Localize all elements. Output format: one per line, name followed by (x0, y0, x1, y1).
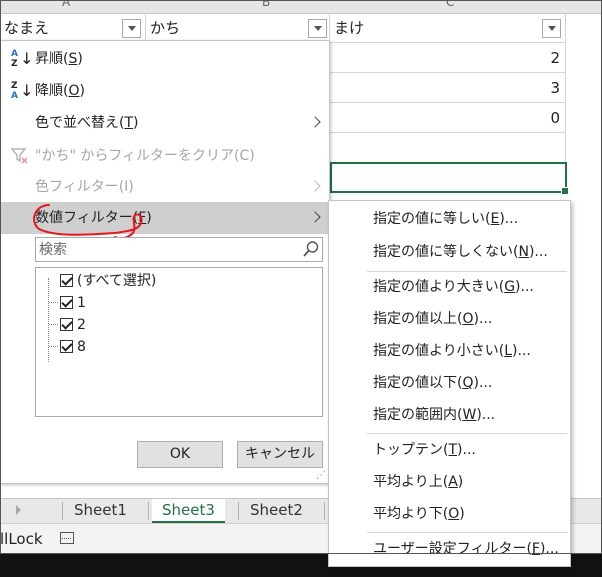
submenu-greater-or-equal[interactable]: 指定の値以上(O)... (329, 303, 570, 335)
column-letter-b[interactable]: B (262, 0, 270, 9)
submenu-less-or-equal[interactable]: 指定の値以下(Q)... (329, 367, 570, 399)
submenu-top-ten[interactable]: トップテン(T)... (329, 434, 570, 466)
color-filter-item[interactable]: 色フィルター(I) (1, 171, 329, 203)
sort-ascending-item[interactable]: A Z ↓ 昇順(S) (1, 43, 329, 75)
header-cell-name[interactable]: なまえ (0, 14, 146, 43)
tree-line (48, 278, 49, 362)
checkbox-checked-icon[interactable] (60, 274, 73, 287)
chevron-right-icon (309, 180, 321, 192)
tab-sheet2[interactable]: Sheet2 (240, 499, 313, 523)
header-wins-label: かち (150, 19, 181, 37)
status-text: llLock (0, 530, 43, 548)
filter-dropdown-wins[interactable] (308, 19, 327, 38)
search-box[interactable] (35, 237, 323, 262)
cell-c3[interactable]: 3 (330, 73, 566, 103)
cell-c5[interactable] (330, 133, 566, 163)
header-cell-losses[interactable]: まけ (330, 14, 566, 43)
submenu-above-average[interactable]: 平均より上(A) (329, 466, 570, 498)
checkbox-checked-icon[interactable] (60, 296, 73, 309)
tab-sheet1[interactable]: Sheet1 (64, 499, 137, 523)
header-losses-label: まけ (334, 19, 365, 37)
header-cell-wins[interactable]: かち (146, 14, 330, 43)
search-icon[interactable] (302, 240, 320, 258)
column-header-strip: A B C (0, 0, 602, 14)
value-checklist[interactable]: (すべて選択) 1 2 8 (35, 267, 323, 417)
sort-descending-icon: Z A ↓ (11, 81, 34, 101)
filter-dropdown-losses[interactable] (542, 19, 561, 38)
cell-c2[interactable]: 2 (330, 43, 566, 73)
submenu-below-average[interactable]: 平均より下(O) (329, 498, 570, 530)
submenu-not-equals[interactable]: 指定の値に等しくない(N)... (329, 236, 570, 268)
cell-c4[interactable]: 0 (330, 103, 566, 133)
checkbox-checked-icon[interactable] (60, 318, 73, 331)
search-input[interactable] (36, 238, 286, 261)
submenu-equals[interactable]: 指定の値に等しい(E)... (329, 203, 570, 235)
submenu-greater-than[interactable]: 指定の値より大きい(G)... (329, 271, 570, 303)
sort-descending-item[interactable]: Z A ↓ 降順(O) (1, 75, 329, 107)
clear-filter-icon (11, 148, 28, 164)
chevron-right-icon (309, 211, 321, 223)
submenu-less-than[interactable]: 指定の値より小さい(L)... (329, 335, 570, 367)
submenu-custom-filter[interactable]: ユーザー設定フィルター(F)... (329, 533, 570, 565)
selected-cell[interactable] (330, 162, 569, 195)
filter-dropdown-name[interactable] (122, 19, 141, 38)
number-filter-submenu: 指定の値に等しい(E)... 指定の値に等しくない(N)... 指定の値より大き… (328, 200, 571, 567)
submenu-between[interactable]: 指定の範囲内(W)... (329, 399, 570, 431)
ok-button[interactable]: OK (137, 441, 223, 468)
checkbox-checked-icon[interactable] (60, 340, 73, 353)
clear-filter-item[interactable]: "かち" からフィルターをクリア(C) (1, 140, 329, 172)
macro-record-icon[interactable] (60, 532, 74, 544)
resize-grip-icon[interactable]: ⋰ (316, 470, 326, 481)
tab-scroll-right-icon[interactable] (16, 505, 21, 515)
sort-by-color-item[interactable]: 色で並べ替え(T) (1, 107, 329, 139)
cancel-button[interactable]: キャンセル (237, 441, 323, 468)
autofilter-panel: A Z ↓ 昇順(S) Z A ↓ 降順(O) 色で並べ替え(T) "かち" か… (0, 40, 330, 484)
sort-ascending-icon: A Z ↓ (11, 49, 34, 69)
header-name-label: なまえ (4, 19, 50, 37)
tab-sheet3[interactable]: Sheet3 (152, 499, 225, 523)
column-letter-c[interactable]: C (446, 0, 454, 9)
column-letter-a[interactable]: A (62, 0, 70, 9)
chevron-right-icon (309, 116, 321, 128)
